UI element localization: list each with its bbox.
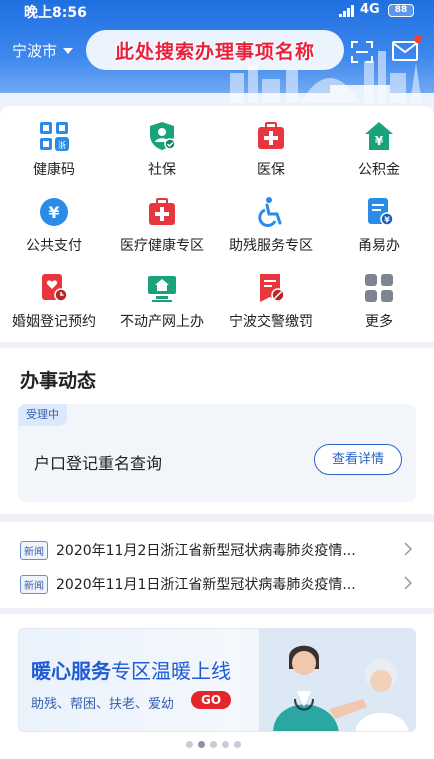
affair-card[interactable]: 受理中 户口登记重名查询 查看详情 (18, 404, 416, 502)
banner-title-highlight: 暖心服务 (31, 659, 111, 683)
city-selector[interactable]: 宁波市 (12, 40, 74, 61)
carousel-dot[interactable] (222, 741, 229, 748)
city-name: 宁波市 (12, 42, 58, 60)
marriage-registration-icon (42, 274, 68, 302)
traffic-fine-icon (260, 274, 285, 302)
service-public-payment[interactable]: ¥ 公共支付 (0, 184, 108, 259)
service-label: 健康码 (33, 162, 75, 178)
service-label: 医疗健康专区 (120, 238, 204, 254)
banner-title: 暖心服务专区温暖上线 (31, 655, 231, 684)
promo-banner[interactable]: 暖心服务专区温暖上线 助残、帮困、扶老、爱幼 GO (18, 628, 416, 732)
status-time: 晚上8:56 (24, 5, 87, 21)
housing-fund-icon: ¥ (365, 122, 393, 150)
status-badge: 受理中 (18, 404, 67, 426)
service-yongyiban[interactable]: ¥ 甬易办 (325, 184, 433, 259)
chevron-right-icon (404, 542, 412, 556)
chevron-right-icon (404, 576, 412, 590)
header: 晚上8:56 4G 88 宁波市 此处搜索办理事项名称 (0, 0, 434, 103)
notification-dot (414, 35, 422, 43)
real-estate-icon (148, 276, 176, 302)
carousel-dots[interactable] (186, 741, 241, 748)
medical-insurance-icon (258, 122, 284, 149)
news-headline: 2020年11月1日浙江省新型冠状病毒肺炎疫情... (56, 577, 356, 593)
banner-subtitle: 助残、帮困、扶老、爱幼 (31, 697, 175, 712)
service-label: 不动产网上办 (120, 314, 204, 330)
services-grid: 浙 健康码 社保 医保 ¥ 公积金 ¥ 公共支付 医疗健康专区 助残服务专区 ¥… (0, 106, 434, 342)
carousel-dot[interactable] (210, 741, 217, 748)
service-label: 更多 (365, 314, 393, 330)
service-label: 宁波交警缴罚 (229, 314, 313, 330)
news-section: 新闻 2020年11月2日浙江省新型冠状病毒肺炎疫情... 新闻 2020年11… (0, 522, 434, 608)
health-code-icon: 浙 (40, 122, 69, 151)
section-title: 办事动态 (20, 370, 97, 392)
service-label: 甬易办 (358, 238, 400, 254)
carousel-dot[interactable] (234, 741, 241, 748)
affairs-section: 办事动态 受理中 户口登记重名查询 查看详情 (0, 348, 434, 514)
news-item[interactable]: 新闻 2020年11月2日浙江省新型冠状病毒肺炎疫情... (20, 538, 420, 562)
service-real-estate[interactable]: 不动产网上办 (108, 260, 216, 335)
search-placeholder: 此处搜索办理事项名称 (114, 40, 315, 63)
service-label: 婚姻登记预约 (12, 314, 96, 330)
service-marriage[interactable]: 婚姻登记预约 (0, 260, 108, 335)
service-label: 社保 (148, 162, 176, 178)
banner-title-rest: 专区温暖上线 (111, 659, 231, 683)
news-headline: 2020年11月2日浙江省新型冠状病毒肺炎疫情... (56, 543, 356, 559)
medical-health-icon (149, 198, 175, 225)
network-type: 4G (360, 2, 380, 17)
yongyiban-icon: ¥ (368, 198, 394, 226)
social-security-icon (150, 122, 176, 150)
signal-icon (339, 5, 354, 17)
svg-text:¥: ¥ (48, 203, 59, 222)
carousel-dot[interactable] (186, 741, 193, 748)
disability-service-icon (258, 197, 282, 227)
go-button[interactable]: GO (191, 691, 231, 709)
service-social-security[interactable]: 社保 (108, 108, 216, 183)
service-label: 公共支付 (26, 238, 82, 254)
caregiver-illustration (259, 629, 415, 731)
banner-section: 暖心服务专区温暖上线 助残、帮困、扶老、爱幼 GO (0, 614, 434, 759)
service-label: 医保 (257, 162, 285, 178)
public-payment-icon: ¥ (40, 198, 68, 226)
affair-name: 户口登记重名查询 (34, 454, 163, 473)
service-label: 公积金 (358, 162, 400, 178)
status-bar: 晚上8:56 4G 88 (0, 0, 434, 22)
service-health-code[interactable]: 浙 健康码 (0, 108, 108, 183)
svg-text:浙: 浙 (58, 140, 66, 150)
view-detail-button[interactable]: 查看详情 (314, 444, 402, 475)
news-tag: 新闻 (20, 540, 48, 560)
service-traffic-fine[interactable]: 宁波交警缴罚 (217, 260, 325, 335)
scan-icon[interactable] (350, 40, 374, 64)
mail-icon[interactable] (392, 40, 418, 62)
svg-text:¥: ¥ (375, 134, 384, 148)
carousel-dot-active[interactable] (198, 741, 205, 748)
service-more[interactable]: 更多 (325, 260, 433, 335)
search-bar[interactable]: 此处搜索办理事项名称 (86, 30, 344, 70)
service-label: 助残服务专区 (229, 238, 313, 254)
news-tag: 新闻 (20, 574, 48, 594)
service-medical-insurance[interactable]: 医保 (217, 108, 325, 183)
more-grid-icon (365, 274, 393, 302)
battery-icon: 88 (388, 4, 414, 17)
service-housing-fund[interactable]: ¥ 公积金 (325, 108, 433, 183)
svg-text:¥: ¥ (384, 216, 390, 225)
news-item[interactable]: 新闻 2020年11月1日浙江省新型冠状病毒肺炎疫情... (20, 572, 420, 596)
service-disability[interactable]: 助残服务专区 (217, 184, 325, 259)
caret-down-icon (63, 47, 74, 54)
service-medical-health[interactable]: 医疗健康专区 (108, 184, 216, 259)
